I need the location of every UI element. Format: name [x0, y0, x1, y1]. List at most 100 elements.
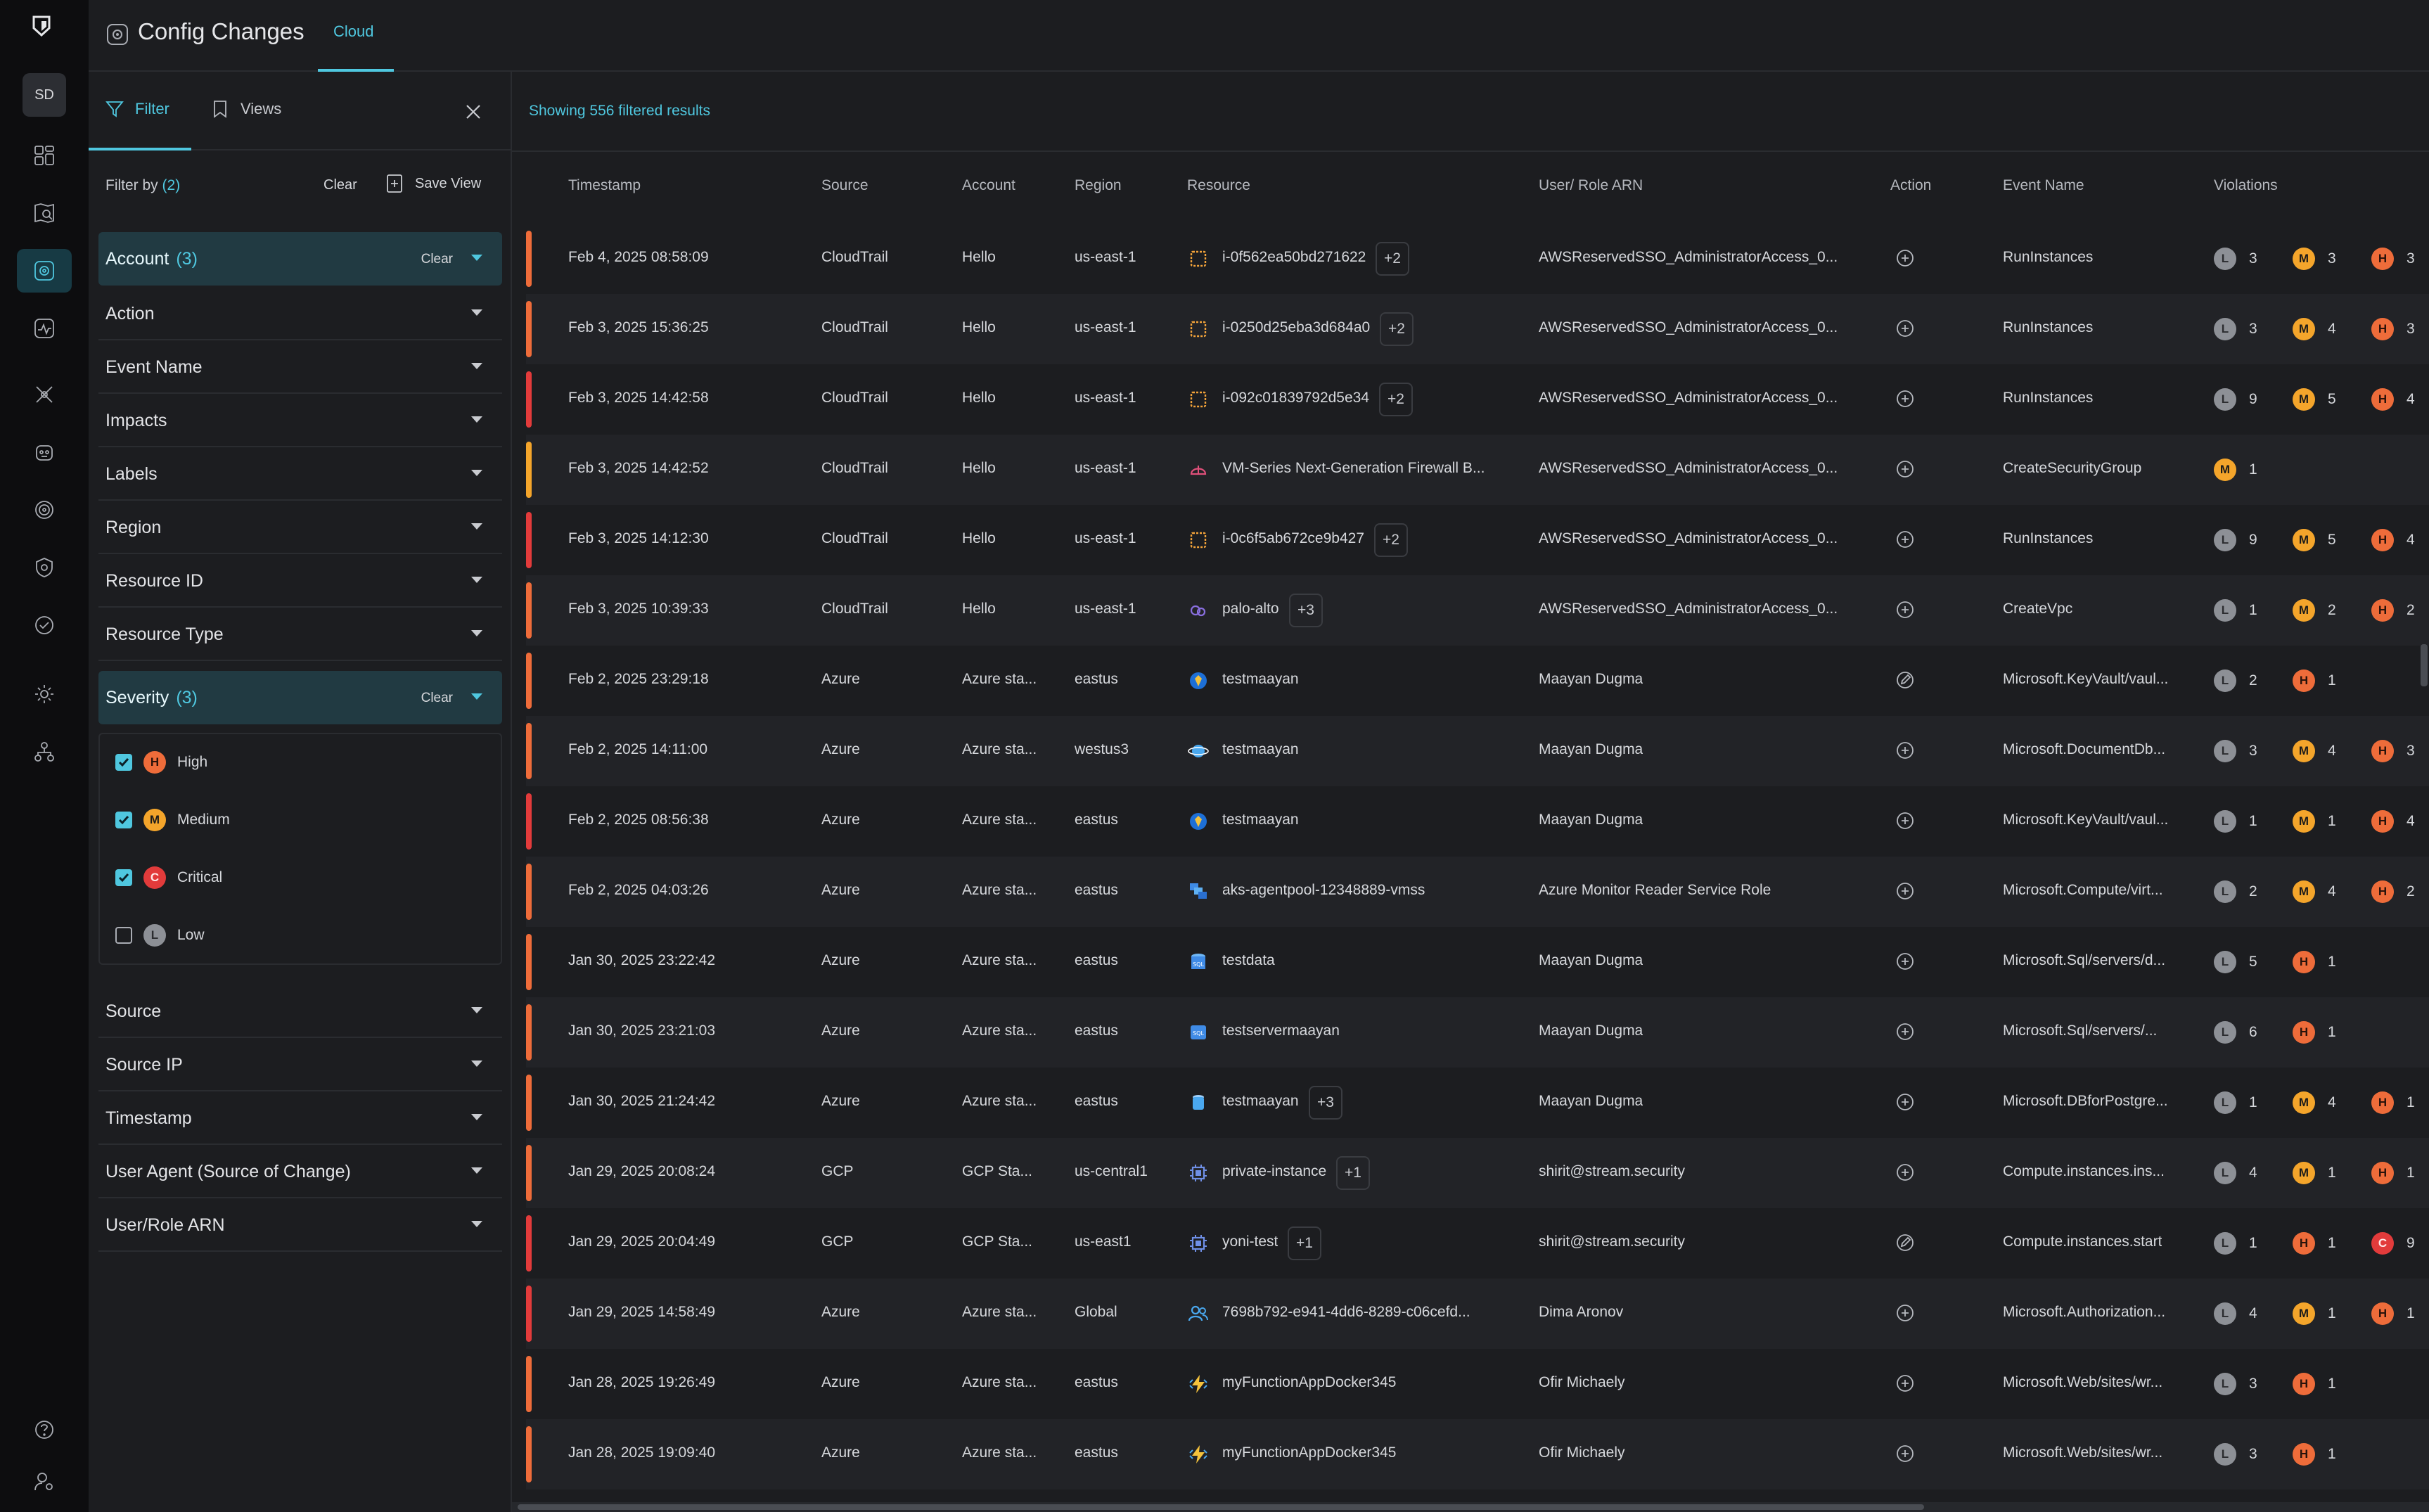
- table-row[interactable]: Jan 29, 2025 14:58:49 Azure Azure sta... Gl…: [526, 1279, 2429, 1349]
- target-icon[interactable]: [17, 488, 72, 532]
- column-header-source[interactable]: Source: [821, 177, 869, 194]
- cell-resource[interactable]: yoni-test: [1222, 1234, 1278, 1250]
- tools-icon[interactable]: [17, 373, 72, 416]
- checkbox[interactable]: [115, 754, 132, 771]
- tab-filter[interactable]: Filter: [104, 98, 169, 120]
- cell-resource[interactable]: testmaayan: [1222, 741, 1299, 758]
- tab-views[interactable]: Views: [210, 98, 281, 120]
- config-changes-icon[interactable]: [17, 249, 72, 293]
- facet-user-agent-source-of-change[interactable]: User Agent (Source of Change): [98, 1145, 502, 1198]
- save-view-button[interactable]: Save View: [384, 173, 481, 194]
- robot-icon[interactable]: [17, 430, 72, 474]
- more-resources-button[interactable]: +3: [1309, 1086, 1342, 1120]
- cell-resource[interactable]: i-0c6f5ab672ce9b427: [1222, 530, 1364, 547]
- cell-resource[interactable]: testmaayan: [1222, 812, 1299, 828]
- help-icon[interactable]: [17, 1408, 72, 1452]
- cell-resource[interactable]: palo-alto: [1222, 601, 1279, 617]
- table-row[interactable]: Jan 29, 2025 20:08:24 GCP GCP Sta... us-cen…: [526, 1138, 2429, 1208]
- chevron-down-icon[interactable]: [471, 630, 482, 636]
- chevron-down-icon[interactable]: [471, 577, 482, 583]
- cell-resource[interactable]: 7698b792-e941-4dd6-8289-c06cefd...: [1222, 1304, 1470, 1321]
- chevron-down-icon[interactable]: [471, 1061, 482, 1067]
- table-row[interactable]: Jan 30, 2025 23:21:03 Azure Azure sta... ea…: [526, 997, 2429, 1068]
- column-header-region[interactable]: Region: [1075, 177, 1122, 194]
- cell-resource[interactable]: aks-agentpool-12348889-vmss: [1222, 882, 1425, 899]
- column-header-violations[interactable]: Violations: [2214, 177, 2278, 194]
- facet-user-role-arn[interactable]: User/Role ARN: [98, 1198, 502, 1252]
- user-settings-icon[interactable]: [17, 1460, 72, 1504]
- facet-region[interactable]: Region: [98, 501, 502, 554]
- horizontal-scrollbar[interactable]: [512, 1502, 2429, 1512]
- facet-event-name[interactable]: Event Name: [98, 340, 502, 394]
- chevron-down-icon[interactable]: [471, 255, 482, 261]
- severity-option-medium[interactable]: M Medium: [115, 806, 230, 834]
- table-row[interactable]: Feb 3, 2025 14:12:30 CloudTrail Hello us-ea…: [526, 505, 2429, 575]
- chevron-down-icon[interactable]: [471, 363, 482, 369]
- chevron-down-icon[interactable]: [471, 523, 482, 530]
- facet-impacts[interactable]: Impacts: [98, 394, 502, 447]
- chevron-down-icon[interactable]: [471, 416, 482, 423]
- table-row[interactable]: Jan 30, 2025 21:24:42 Azure Azure sta... ea…: [526, 1068, 2429, 1138]
- column-header-account[interactable]: Account: [962, 177, 1015, 194]
- logo-icon[interactable]: [30, 14, 53, 38]
- table-row[interactable]: Feb 2, 2025 23:29:18 Azure Azure sta... eas…: [526, 646, 2429, 716]
- table-row[interactable]: Feb 3, 2025 15:36:25 CloudTrail Hello us-ea…: [526, 294, 2429, 364]
- close-panel-button[interactable]: [463, 101, 484, 122]
- facet-account[interactable]: Account (3) Clear: [98, 232, 502, 286]
- check-circle-icon[interactable]: [17, 603, 72, 647]
- cell-resource[interactable]: i-092c01839792d5e34: [1222, 390, 1369, 406]
- cell-resource[interactable]: private-instance: [1222, 1163, 1326, 1180]
- more-resources-button[interactable]: +2: [1379, 383, 1413, 416]
- more-resources-button[interactable]: +1: [1288, 1226, 1321, 1260]
- cell-resource[interactable]: i-0f562ea50bd271622: [1222, 249, 1366, 266]
- column-header-timestamp[interactable]: Timestamp: [568, 177, 641, 194]
- checkbox[interactable]: [115, 927, 132, 944]
- tab-cloud[interactable]: Cloud: [333, 23, 373, 41]
- cell-resource[interactable]: testservermaayan: [1222, 1023, 1340, 1039]
- user-avatar[interactable]: SD: [23, 73, 66, 117]
- facet-resource-type[interactable]: Resource Type: [98, 608, 502, 661]
- column-header-event-name[interactable]: Event Name: [2003, 177, 2084, 194]
- org-chart-icon[interactable]: [17, 730, 72, 774]
- facet-clear-button[interactable]: Clear: [421, 252, 453, 267]
- cell-resource[interactable]: myFunctionAppDocker345: [1222, 1374, 1396, 1391]
- checkbox[interactable]: [115, 812, 132, 828]
- chevron-down-icon[interactable]: [471, 1167, 482, 1174]
- severity-option-low[interactable]: L Low: [115, 921, 205, 949]
- more-resources-button[interactable]: +3: [1289, 594, 1323, 627]
- table-row[interactable]: Feb 2, 2025 04:03:26 Azure Azure sta... eas…: [526, 857, 2429, 927]
- facet-timestamp[interactable]: Timestamp: [98, 1091, 502, 1145]
- more-resources-button[interactable]: +1: [1336, 1156, 1370, 1190]
- vertical-scroll-thumb[interactable]: [2421, 644, 2428, 686]
- cell-resource[interactable]: testmaayan: [1222, 1093, 1299, 1110]
- more-resources-button[interactable]: +2: [1380, 312, 1414, 346]
- settings-icon[interactable]: [17, 672, 72, 716]
- dashboard-icon[interactable]: [17, 134, 72, 177]
- table-row[interactable]: Feb 2, 2025 08:56:38 Azure Azure sta... eas…: [526, 786, 2429, 857]
- more-resources-button[interactable]: +2: [1374, 523, 1408, 557]
- clear-all-button[interactable]: Clear: [323, 177, 357, 193]
- cell-resource[interactable]: testdata: [1222, 952, 1275, 969]
- cell-resource[interactable]: testmaayan: [1222, 671, 1299, 688]
- table-row[interactable]: Jan 30, 2025 23:22:42 Azure Azure sta... ea…: [526, 927, 2429, 997]
- column-header-user-role-arn[interactable]: User/ Role ARN: [1539, 177, 1643, 194]
- table-row[interactable]: Jan 29, 2025 20:04:49 GCP GCP Sta... us-eas…: [526, 1208, 2429, 1279]
- more-resources-button[interactable]: +2: [1376, 242, 1409, 276]
- cell-resource[interactable]: myFunctionAppDocker345: [1222, 1444, 1396, 1461]
- cell-resource[interactable]: i-0250d25eba3d684a0: [1222, 319, 1370, 336]
- facet-source[interactable]: Source: [98, 985, 502, 1038]
- column-header-action[interactable]: Action: [1890, 177, 1931, 194]
- table-row[interactable]: Jan 28, 2025 19:09:40 Azure Azure sta... ea…: [526, 1419, 2429, 1489]
- table-row[interactable]: Jan 28, 2025 19:26:49 Azure Azure sta... ea…: [526, 1349, 2429, 1419]
- facet-resource-id[interactable]: Resource ID: [98, 554, 502, 608]
- map-search-icon[interactable]: [17, 191, 72, 235]
- column-header-resource[interactable]: Resource: [1187, 177, 1250, 194]
- chevron-down-icon[interactable]: [471, 1114, 482, 1120]
- facet-clear-button[interactable]: Clear: [421, 691, 453, 706]
- table-row[interactable]: Feb 3, 2025 10:39:33 CloudTrail Hello us-ea…: [526, 575, 2429, 646]
- severity-option-high[interactable]: H High: [115, 748, 207, 776]
- table-row[interactable]: Feb 2, 2025 14:11:00 Azure Azure sta... wes…: [526, 716, 2429, 786]
- chevron-down-icon[interactable]: [471, 1221, 482, 1227]
- checkbox[interactable]: [115, 869, 132, 886]
- shield-icon[interactable]: [17, 546, 72, 589]
